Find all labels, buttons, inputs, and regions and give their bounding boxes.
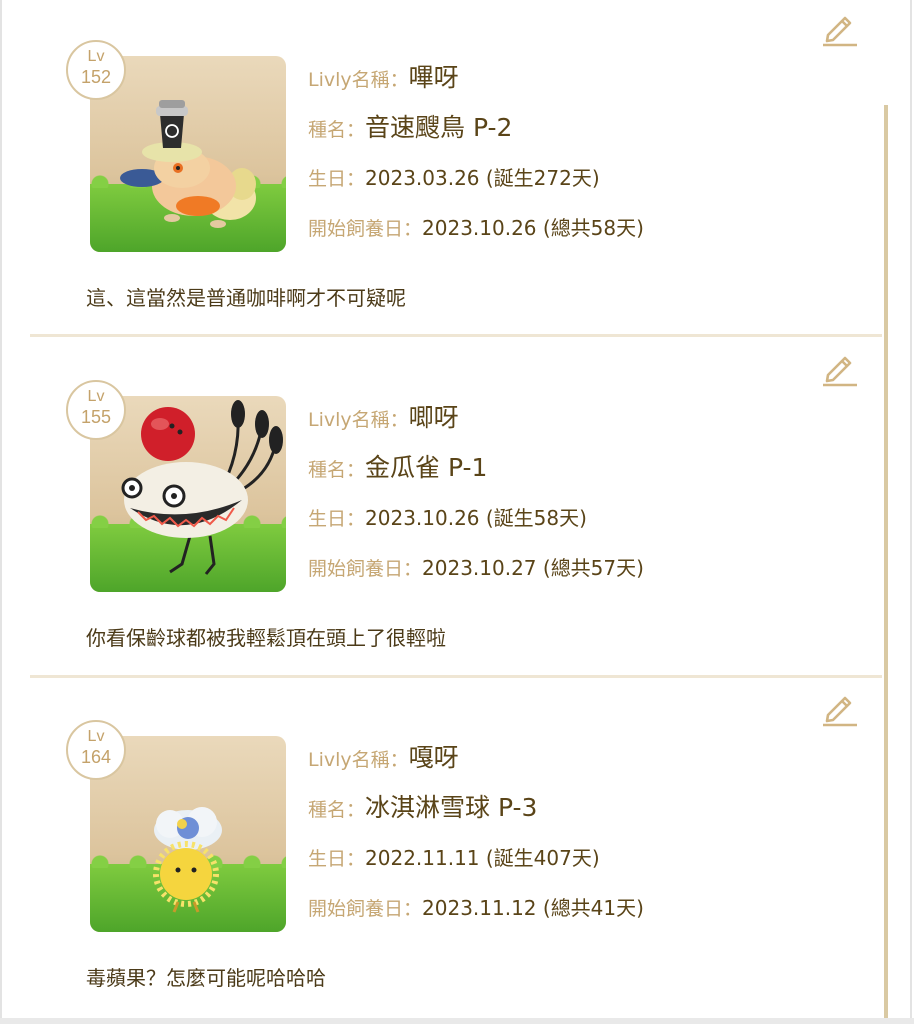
species-row: 種名：音速颼鳥 P-2 [308, 108, 512, 144]
species-row: 種名：冰淇淋雪球 P-3 [308, 788, 537, 824]
birthday-row: 生日：2023.10.26 (誕生58天) [308, 502, 587, 531]
scrollbar[interactable] [884, 105, 888, 1024]
name-row: Livly名稱：嘎呀 [308, 738, 459, 774]
level-badge: Lv 152 [66, 40, 126, 100]
level-number: 152 [80, 67, 112, 87]
pet-comment: 這、這當然是普通咖啡啊才不可疑呢 [86, 286, 406, 310]
livly-card: Lv 164 Livly名稱：嘎呀 種名：冰淇淋雪球 P-3 生日：2022.1… [30, 680, 882, 1018]
pet-comment: 毒蘋果？怎麼可能呢哈哈哈 [86, 966, 326, 990]
pet-comment: 你看保齡球都被我輕鬆頂在頭上了很輕啦 [86, 626, 446, 650]
start-value: 2023.11.12 (總共41天) [422, 896, 644, 920]
start-label: 開始飼養日： [308, 558, 423, 580]
card-divider [30, 675, 882, 678]
birthday-row: 生日：2023.03.26 (誕生272天) [308, 162, 600, 191]
species-label: 種名： [308, 459, 366, 481]
name-label: Livly名稱： [308, 749, 409, 771]
livly-card: Lv 155 Livly名稱：唧呀 種名：金瓜雀 P-1 生日：2023.10.… [30, 340, 882, 678]
level-number: 164 [80, 747, 112, 767]
birthday-row: 生日：2022.11.11 (誕生407天) [308, 842, 600, 871]
pencil-icon[interactable] [820, 348, 860, 388]
name-label: Livly名稱： [308, 69, 409, 91]
birthday-value: 2023.10.26 (誕生58天) [365, 506, 587, 530]
level-label: Lv [87, 388, 105, 405]
species-label: 種名： [308, 119, 366, 141]
level-label: Lv [87, 728, 105, 745]
birthday-label: 生日： [308, 508, 366, 530]
species-row: 種名：金瓜雀 P-1 [308, 448, 487, 484]
species-label: 種名： [308, 799, 366, 821]
livly-card: Lv 152 Livly名稱：嗶呀 種名：音速颼鳥 P-2 生日：2023.03… [30, 0, 882, 338]
birthday-value: 2022.11.11 (誕生407天) [365, 846, 600, 870]
name-row: Livly名稱：嗶呀 [308, 58, 459, 94]
pencil-icon[interactable] [820, 688, 860, 728]
birthday-label: 生日： [308, 848, 366, 870]
pet-name: 唧呀 [408, 403, 459, 432]
start-value: 2023.10.26 (總共58天) [422, 216, 644, 240]
page-bottom-edge [0, 1018, 914, 1024]
start-label: 開始飼養日： [308, 898, 423, 920]
species-value: 冰淇淋雪球 P-3 [365, 793, 538, 822]
species-value: 金瓜雀 P-1 [365, 453, 488, 482]
name-label: Livly名稱： [308, 409, 409, 431]
start-row: 開始飼養日：2023.10.27 (總共57天) [308, 552, 644, 581]
pencil-icon[interactable] [820, 8, 860, 48]
card-divider [30, 334, 882, 337]
start-value: 2023.10.27 (總共57天) [422, 556, 644, 580]
start-row: 開始飼養日：2023.11.12 (總共41天) [308, 892, 644, 921]
pet-name: 嘎呀 [408, 743, 459, 772]
species-value: 音速颼鳥 P-2 [365, 113, 513, 142]
birthday-label: 生日： [308, 168, 366, 190]
start-row: 開始飼養日：2023.10.26 (總共58天) [308, 212, 644, 241]
start-label: 開始飼養日： [308, 218, 423, 240]
birthday-value: 2023.03.26 (誕生272天) [365, 166, 600, 190]
name-row: Livly名稱：唧呀 [308, 398, 459, 434]
level-number: 155 [80, 407, 112, 427]
pet-name: 嗶呀 [408, 63, 459, 92]
level-label: Lv [87, 48, 105, 65]
level-badge: Lv 155 [66, 380, 126, 440]
level-badge: Lv 164 [66, 720, 126, 780]
